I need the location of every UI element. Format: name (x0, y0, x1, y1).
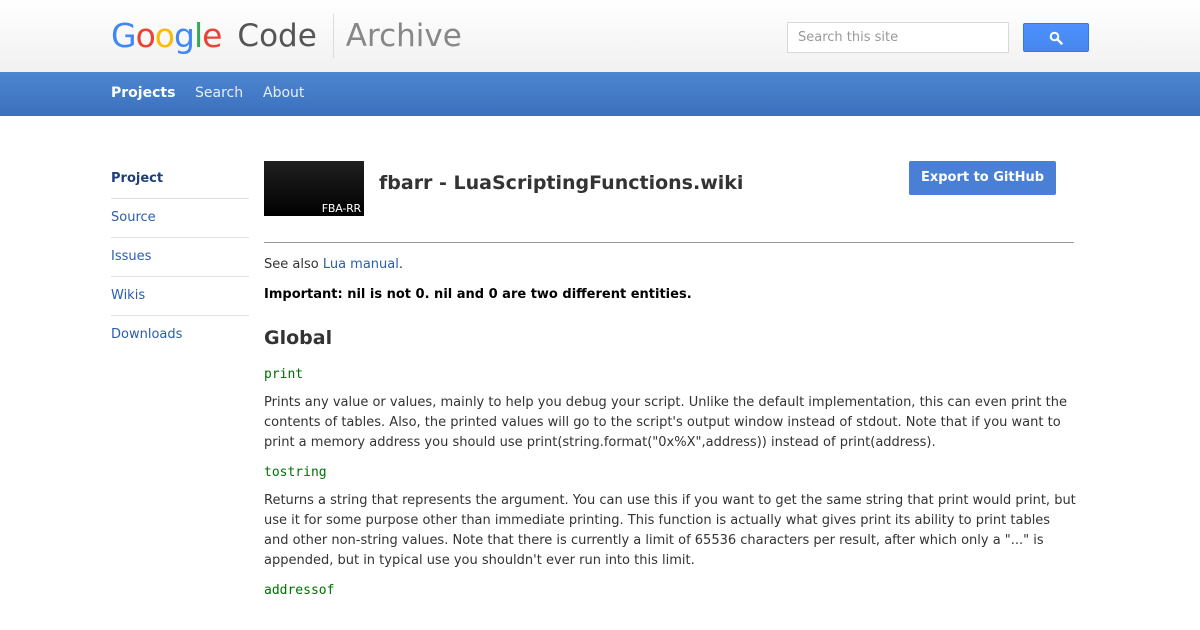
sidebar-item-wikis[interactable]: Wikis (111, 277, 249, 316)
title-divider (264, 242, 1074, 243)
lua-manual-link[interactable]: Lua manual (323, 257, 399, 272)
see-also-line: See also Lua manual. (264, 255, 1076, 275)
sidebar-item-issues[interactable]: Issues (111, 238, 249, 277)
google-wordmark: Google (111, 16, 222, 56)
function-name-tostring: tostring (264, 465, 327, 480)
see-also-suffix: . (398, 257, 404, 272)
nav-about[interactable]: About (263, 72, 304, 116)
search-input[interactable] (787, 22, 1009, 53)
export-to-github-button[interactable]: Export to GitHub (909, 161, 1056, 195)
search-button[interactable] (1023, 23, 1089, 52)
search-icon (1049, 31, 1063, 45)
site-header: Google Code Archive (0, 0, 1200, 72)
sidebar-item-project[interactable]: Project (111, 160, 249, 199)
google-code-archive-logo[interactable]: Google Code Archive (111, 14, 462, 58)
sidebar-item-downloads[interactable]: Downloads (111, 316, 249, 355)
logo-separator (332, 14, 334, 58)
project-logo-text: FBA-RR (321, 202, 361, 215)
logo-letter: o (154, 16, 175, 55)
see-also-prefix: See also (264, 257, 323, 272)
logo-letter: l (193, 16, 203, 55)
sidebar-item-source[interactable]: Source (111, 199, 249, 238)
section-heading-global: Global (264, 327, 333, 349)
function-desc-print: Prints any value or values, mainly to he… (264, 395, 1067, 450)
project-sidebar: Project Source Issues Wikis Downloads (111, 160, 249, 355)
wiki-content: See also Lua manual. Important: nil is n… (264, 255, 1076, 609)
function-desc-tostring: Returns a string that represents the arg… (264, 493, 1076, 568)
main-nav: Projects Search About (0, 72, 1200, 116)
logo-letter: o (135, 16, 156, 55)
page-title: fbarr - LuaScriptingFunctions.wiki (379, 172, 744, 194)
logo-letter: g (173, 16, 195, 55)
nav-projects[interactable]: Projects (111, 72, 175, 116)
logo-letter: G (111, 16, 137, 55)
important-note: Important: nil is not 0. nil and 0 are t… (264, 287, 692, 302)
function-name-addressof: addressof (264, 583, 335, 598)
logo-code-text: Code (237, 18, 317, 54)
logo-letter: e (202, 16, 222, 55)
logo-archive-text: Archive (345, 18, 462, 54)
function-name-print: print (264, 367, 304, 382)
project-logo: FBA-RR (264, 161, 364, 216)
nav-search[interactable]: Search (195, 72, 243, 116)
